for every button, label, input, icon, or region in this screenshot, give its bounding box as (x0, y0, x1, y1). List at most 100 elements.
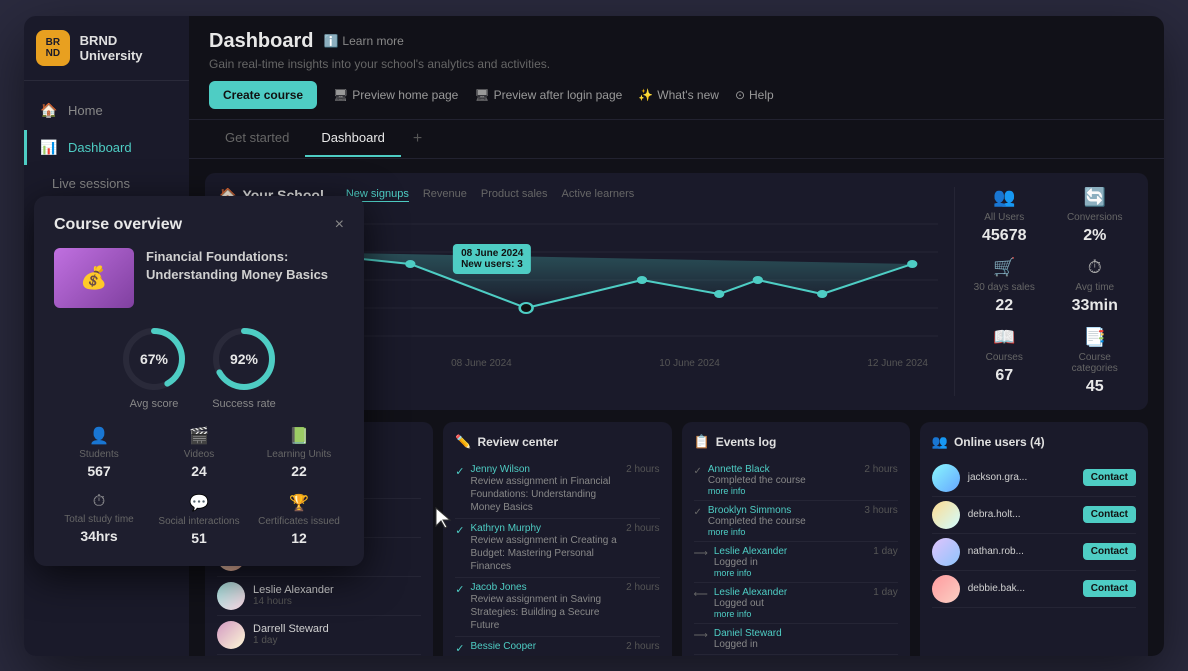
sidebar-item-dashboard[interactable]: 📊 Dashboard (24, 130, 189, 165)
chart-tab-learners[interactable]: Active learners (562, 188, 635, 202)
overlay-header: Course overview × (54, 216, 344, 234)
avatar (932, 575, 960, 603)
online-users-title: 👥 Online users (4) (932, 434, 1136, 450)
chart-tooltip: 08 June 2024 New users: 3 (453, 244, 531, 274)
mini-value: 567 (87, 463, 110, 479)
tab-dashboard[interactable]: Dashboard (305, 120, 401, 157)
events-log-panel: 📋 Events log ✓ Annette Black Completed t… (682, 422, 910, 656)
event-item: ⟶ Daniel Steward Logged in (694, 624, 898, 655)
stat-label: Conversions (1067, 212, 1123, 223)
online-user-name: nathan.rob... (968, 546, 1075, 557)
more-info-link[interactable]: more info (714, 609, 867, 619)
contact-button[interactable]: Contact (1083, 543, 1136, 560)
stat-value: 67 (995, 367, 1013, 385)
event-content: Annette Black Completed the course more … (708, 464, 859, 496)
whats-new-link[interactable]: ✨ What's new (638, 88, 719, 102)
time-value: 12 (291, 530, 307, 546)
online-user-item: debra.holt... Contact (932, 497, 1136, 534)
mini-label: Students (79, 449, 118, 460)
create-course-button[interactable]: Create course (209, 81, 317, 109)
dashboard-icon: 📊 (40, 139, 58, 156)
event-item: ⟵ Leslie Alexander Logged out more info … (694, 583, 898, 624)
sidebar-item-label: Home (68, 103, 103, 118)
user-info: Leslie Alexander 14 hours (253, 584, 421, 607)
logout-icon: ⟵ (694, 589, 708, 619)
stat-label: Courses (986, 352, 1023, 363)
app-name: BRND University (80, 33, 177, 63)
course-preview: 💰 Financial Foundations: Understanding M… (54, 248, 344, 308)
cert-icon: 🏆 (289, 493, 309, 513)
review-content: Jacob Jones Review assignment in Saving … (470, 582, 620, 632)
gauge-label: Avg score (130, 398, 179, 410)
chart-tab-revenue[interactable]: Revenue (423, 188, 467, 202)
close-button[interactable]: × (335, 216, 344, 234)
info-icon: ℹ️ (323, 34, 338, 48)
time-stat-certs: 🏆 Certificates issued 12 (254, 493, 344, 546)
monitor-icon: 🖥 (333, 88, 348, 102)
x-label: 08 June 2024 (451, 358, 512, 369)
more-info-link[interactable]: more info (708, 486, 859, 496)
gauges-row: 67% Avg score 92% Success rate (54, 324, 344, 410)
event-content: Leslie Alexander Logged in more info (714, 546, 867, 578)
review-content: Kathryn Murphy Review assignment in Crea… (470, 523, 620, 573)
stat-30-day-sales: 🛒 30 days sales 22 (965, 257, 1044, 315)
gauge-value: 67% (140, 351, 168, 367)
sidebar-item-label: Live sessions (52, 176, 130, 191)
events-icon: 📋 (694, 434, 710, 450)
time-stats-grid: ⏱ Total study time 34hrs 💬 Social intera… (54, 493, 344, 546)
user-item: Leslie Alexander 14 hours (217, 577, 421, 616)
gauge-circle: 67% (119, 324, 189, 394)
sidebar-item-live-sessions[interactable]: Live sessions (24, 167, 189, 200)
avatar (217, 621, 245, 649)
stat-all-users: 👥 All Users 45678 (965, 187, 1044, 245)
learn-more-link[interactable]: ℹ️ Learn more (323, 34, 403, 48)
help-link[interactable]: ⊙ Help (735, 88, 774, 102)
event-content: Brooklyn Simmons Completed the course mo… (708, 505, 859, 537)
stat-value: 45678 (982, 227, 1027, 245)
contact-button[interactable]: Contact (1083, 580, 1136, 597)
review-item: ✓ Jacob Jones Review assignment in Savin… (455, 578, 659, 637)
sidebar-item-home[interactable]: 🏠 Home (24, 93, 189, 128)
time-value: 51 (191, 530, 207, 546)
home-icon: 🏠 (40, 102, 58, 119)
stats-section: 👥 All Users 45678 🔄 Conversions 2% 🛒 30 … (954, 187, 1134, 396)
online-user-name: debbie.bak... (968, 583, 1075, 594)
users-icon: 👥 (993, 187, 1015, 208)
more-info-link[interactable]: more info (714, 568, 867, 578)
more-info-link[interactable]: more info (708, 527, 859, 537)
review-content: Jenny Wilson Review assignment in Financ… (470, 464, 620, 514)
online-user-name: debra.holt... (968, 509, 1075, 520)
mini-label: Learning Units (267, 449, 331, 460)
review-center-title: ✏️ Review center (455, 434, 659, 450)
event-item: ⟶ Leslie Alexander Logged in more info 1… (694, 542, 898, 583)
mini-stat-units: 📗 Learning Units 22 (254, 426, 344, 479)
contact-button[interactable]: Contact (1083, 506, 1136, 523)
time-label: Certificates issued (258, 516, 340, 527)
review-item: ✓ Bessie Cooper 2 hours (455, 637, 659, 656)
stat-label: All Users (984, 212, 1024, 223)
event-item: ✓ Brooklyn Simmons Completed the course … (694, 501, 898, 542)
students-icon: 👤 (89, 426, 109, 446)
courses-stat-icon: 📖 (993, 327, 1015, 348)
login-icon2: ⟶ (694, 630, 708, 650)
tab-get-started[interactable]: Get started (209, 120, 305, 157)
money-icon: 💰 (80, 265, 107, 291)
add-tab-button[interactable]: + (401, 120, 434, 158)
chart-tab-sales[interactable]: Product sales (481, 188, 548, 202)
stat-label: 30 days sales (974, 282, 1035, 293)
mini-stat-videos: 🎬 Videos 24 (154, 426, 244, 479)
contact-button[interactable]: Contact (1083, 469, 1136, 486)
gauge-value: 92% (230, 351, 258, 367)
action-bar: Create course 🖥 Preview home page 🖥 Prev… (209, 81, 1144, 109)
x-label: 12 June 2024 (867, 358, 928, 369)
sales-icon: 🛒 (993, 257, 1015, 278)
preview-home-link[interactable]: 🖥 Preview home page (333, 88, 458, 102)
avatar (217, 582, 245, 610)
preview-login-link[interactable]: 🖥 Preview after login page (474, 88, 622, 102)
online-user-name: jackson.gra... (968, 472, 1075, 483)
check-icon: ✓ (455, 642, 464, 655)
time-icon: ⏱ (1088, 257, 1102, 278)
logo-icon: BR ND (36, 30, 70, 66)
time-stat-study: ⏱ Total study time 34hrs (54, 493, 144, 546)
check-event-icon: ✓ (694, 507, 702, 537)
